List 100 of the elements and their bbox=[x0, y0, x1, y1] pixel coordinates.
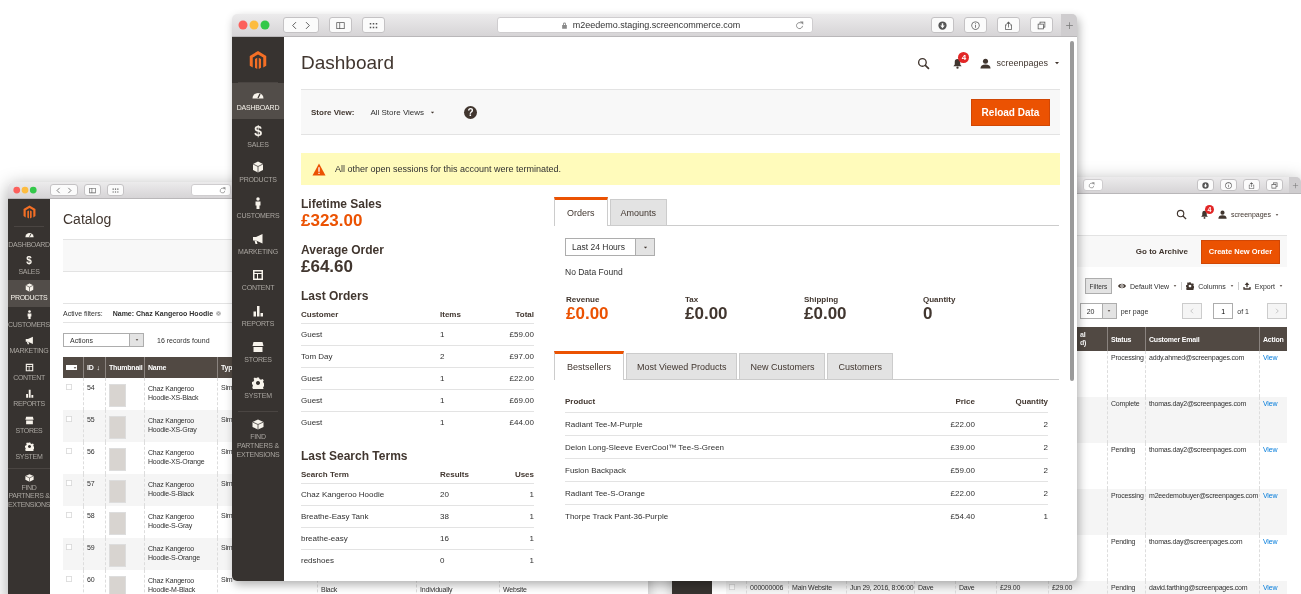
download-button[interactable] bbox=[1197, 179, 1214, 191]
total-value: £0.00 bbox=[566, 304, 610, 324]
address-bar[interactable] bbox=[1083, 179, 1103, 191]
tab[interactable]: Most Viewed Products bbox=[626, 353, 738, 379]
bell-icon[interactable] bbox=[1199, 210, 1209, 219]
new-tab-button[interactable] bbox=[1061, 14, 1077, 36]
dollar-icon: $ bbox=[254, 124, 262, 139]
table-cell-text: 1 bbox=[528, 534, 534, 543]
logo-icon[interactable] bbox=[249, 50, 267, 70]
logo-icon[interactable] bbox=[22, 205, 36, 219]
table-cell-text: £59.00 bbox=[508, 330, 534, 339]
reload-icon[interactable] bbox=[795, 20, 804, 30]
user-icon bbox=[980, 57, 992, 69]
table-cell-text: 1 bbox=[440, 374, 446, 383]
tab[interactable]: Customers bbox=[827, 353, 893, 379]
total-label: Revenue bbox=[566, 295, 601, 304]
tab[interactable]: Bestsellers bbox=[554, 351, 624, 380]
checkbox[interactable] bbox=[66, 384, 72, 390]
notification-badge: 4 bbox=[958, 51, 970, 63]
share-button[interactable] bbox=[1243, 179, 1260, 191]
table-cell-text: 1 bbox=[1042, 511, 1048, 521]
table-cell-text: £69.00 bbox=[508, 396, 534, 405]
tab[interactable]: New Customers bbox=[739, 353, 826, 379]
photo-placeholder bbox=[109, 512, 126, 535]
info-button[interactable] bbox=[964, 17, 987, 33]
tab[interactable]: Amounts bbox=[609, 199, 668, 225]
checkbox[interactable] bbox=[66, 480, 72, 486]
table-cell-text: 1 bbox=[528, 490, 534, 499]
total-label: Quantity bbox=[923, 295, 957, 304]
reload-icon[interactable] bbox=[219, 186, 226, 194]
table-cell-text: Breathe-Easy Tank bbox=[301, 512, 370, 521]
top-sites-button[interactable] bbox=[107, 184, 124, 196]
photo-placeholder bbox=[109, 544, 126, 567]
checkbox[interactable] bbox=[66, 576, 72, 582]
table-cell-text: £59.00 bbox=[949, 465, 975, 475]
scrollbar[interactable] bbox=[1070, 41, 1074, 381]
empty-message: No Data Found bbox=[565, 267, 624, 277]
info-icon bbox=[971, 20, 980, 30]
reload-icon[interactable] bbox=[1088, 181, 1095, 189]
share-button[interactable] bbox=[997, 17, 1020, 33]
top-sites-button[interactable] bbox=[362, 17, 385, 33]
grid-icon bbox=[112, 186, 119, 194]
tabs-icon bbox=[1271, 181, 1278, 189]
layout-icon bbox=[24, 362, 34, 372]
table-cell-text: redshoes bbox=[301, 556, 335, 565]
table-cell-text: 1 bbox=[440, 418, 446, 427]
previous-page-button[interactable] bbox=[1182, 303, 1203, 319]
page-title: Dashboard bbox=[301, 52, 394, 74]
navigation-buttons[interactable] bbox=[50, 184, 78, 196]
period-dropdown[interactable]: Last 24 Hours bbox=[565, 238, 655, 256]
navigation-buttons[interactable] bbox=[283, 17, 319, 33]
user-menu[interactable]: screenpages bbox=[980, 57, 1060, 69]
checkbox[interactable] bbox=[66, 448, 72, 454]
store-view-label: Store View: bbox=[311, 107, 355, 117]
store-view-dropdown[interactable]: All Store Views bbox=[370, 107, 436, 117]
upload-icon bbox=[1242, 282, 1251, 290]
section-title: Average Order bbox=[301, 243, 385, 257]
photo-placeholder bbox=[109, 576, 126, 594]
tabs-button[interactable] bbox=[1030, 17, 1053, 33]
column-header: Price bbox=[954, 396, 975, 406]
table-cell-text: Guest bbox=[301, 330, 324, 339]
plus-icon bbox=[1064, 20, 1074, 30]
total-label: Tax bbox=[685, 295, 700, 304]
megaphone-icon bbox=[252, 233, 264, 246]
caret-icon bbox=[73, 365, 77, 370]
table-cell-text: 38 bbox=[440, 512, 450, 521]
tab[interactable]: Orders bbox=[554, 197, 608, 226]
sidebar-button[interactable] bbox=[84, 184, 101, 196]
reload-data-button[interactable]: Reload Data bbox=[971, 98, 1050, 126]
search-icon[interactable] bbox=[917, 56, 931, 70]
summary-value: £323.00 bbox=[301, 211, 364, 231]
table-cell-text: Guest bbox=[301, 396, 324, 405]
table-cell-text: 20 bbox=[440, 490, 450, 499]
new-tab-button[interactable] bbox=[1289, 177, 1301, 193]
remove-icon[interactable] bbox=[216, 310, 222, 316]
chevron-right-icon bbox=[66, 186, 73, 194]
address-bar[interactable] bbox=[191, 184, 231, 196]
next-page-button[interactable] bbox=[1267, 303, 1287, 319]
download-icon bbox=[938, 20, 947, 30]
grid-icon bbox=[369, 20, 378, 30]
checkbox[interactable] bbox=[66, 544, 72, 550]
mass-select-dropdown[interactable] bbox=[66, 365, 77, 370]
tabs-button[interactable] bbox=[1266, 179, 1283, 191]
info-button[interactable] bbox=[1220, 179, 1237, 191]
sidebar-button[interactable] bbox=[329, 17, 352, 33]
checkbox[interactable] bbox=[729, 584, 735, 590]
help-button[interactable]: ? bbox=[464, 105, 478, 119]
checkbox[interactable] bbox=[66, 512, 72, 518]
column-header: Customer bbox=[301, 309, 340, 319]
share-icon bbox=[1248, 181, 1255, 189]
archive-link[interactable]: Go to Archive bbox=[1135, 247, 1188, 256]
chevron-right-icon bbox=[303, 20, 312, 30]
download-button[interactable] bbox=[931, 17, 954, 33]
share-icon bbox=[1004, 20, 1013, 30]
checkbox[interactable] bbox=[66, 416, 72, 422]
address-bar[interactable]: m2eedemo.staging.screencommerce.com bbox=[497, 17, 813, 33]
table-cell-text: Chaz Kangeroo Hoodie bbox=[301, 490, 386, 499]
bar-chart-icon bbox=[24, 389, 34, 399]
column-header: Product bbox=[565, 396, 597, 406]
search-icon[interactable] bbox=[1175, 209, 1187, 220]
